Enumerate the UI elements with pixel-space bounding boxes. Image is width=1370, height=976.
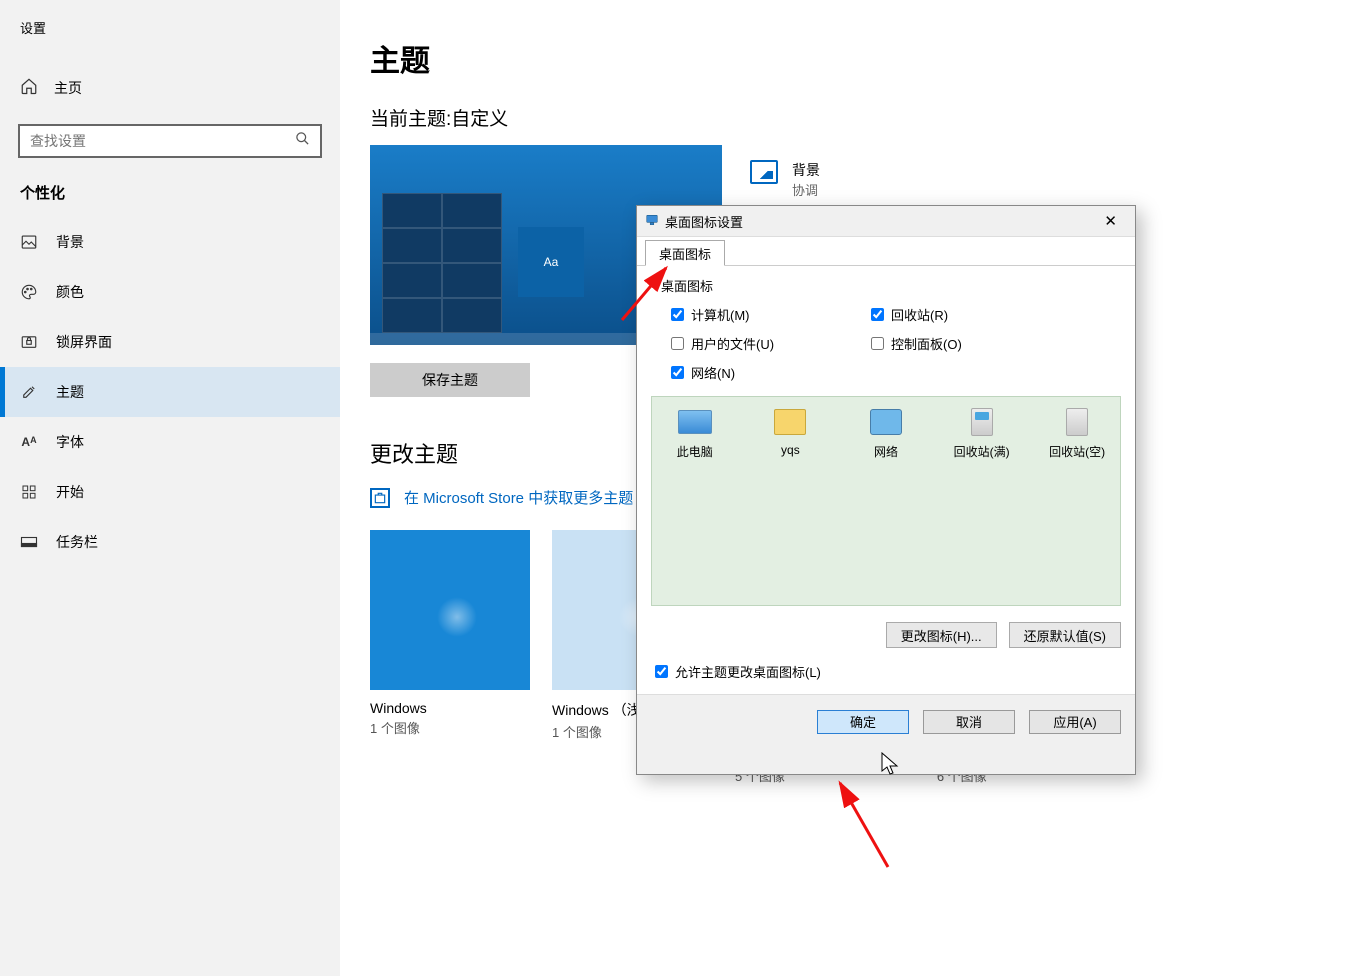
checkbox-recyclebin[interactable]: 回收站(R) bbox=[871, 305, 1071, 324]
home-icon bbox=[20, 77, 38, 98]
sample-window: Aa bbox=[518, 227, 584, 297]
theme-title: Windows bbox=[370, 700, 530, 716]
group-label: 桌面图标 bbox=[661, 276, 1121, 295]
sidebar-home[interactable]: 主页 bbox=[0, 63, 340, 112]
search-box[interactable] bbox=[18, 124, 322, 158]
apply-button[interactable]: 应用(A) bbox=[1029, 710, 1121, 734]
page-title: 主题 bbox=[370, 36, 1370, 80]
sidebar-item-label: 开始 bbox=[56, 482, 84, 502]
sidebar-item-label: 锁屏界面 bbox=[56, 332, 112, 352]
close-button[interactable]: ✕ bbox=[1096, 210, 1125, 232]
checkbox-computer[interactable]: 计算机(M) bbox=[671, 305, 871, 324]
sidebar-item-taskbar[interactable]: 任务栏 bbox=[0, 517, 340, 567]
checkbox-network[interactable]: 网络(N) bbox=[671, 363, 871, 382]
checkbox-controlpanel[interactable]: 控制面板(O) bbox=[871, 334, 1071, 353]
settings-sidebar: 设置 主页 个性化 背景 颜色 锁屏界面 主题 bbox=[0, 0, 340, 976]
store-icon bbox=[370, 488, 390, 508]
section-label: 个性化 bbox=[0, 176, 340, 217]
font-icon: AA bbox=[20, 435, 38, 449]
restore-defaults-button[interactable]: 还原默认值(S) bbox=[1009, 622, 1121, 648]
sidebar-item-label: 字体 bbox=[56, 432, 84, 452]
search-icon bbox=[295, 131, 310, 151]
bg-title: 背景 bbox=[792, 160, 820, 180]
save-theme-button[interactable]: 保存主题 bbox=[370, 363, 530, 397]
sidebar-item-label: 颜色 bbox=[56, 282, 84, 302]
icon-recycle-full[interactable]: 回收站(满) bbox=[953, 407, 1011, 460]
checkbox-allow-theme-change-icons[interactable]: 允许主题更改桌面图标(L) bbox=[655, 662, 1121, 681]
sidebar-item-start[interactable]: 开始 bbox=[0, 467, 340, 517]
sidebar-item-label: 背景 bbox=[56, 232, 84, 252]
store-link-label: 在 Microsoft Store 中获取更多主题 bbox=[404, 487, 633, 508]
icon-user-folder[interactable]: yqs bbox=[762, 407, 820, 457]
icon-this-pc[interactable]: 此电脑 bbox=[666, 407, 724, 460]
checkbox-userfiles[interactable]: 用户的文件(U) bbox=[671, 334, 871, 353]
monitor-icon bbox=[645, 213, 659, 230]
sidebar-item-background[interactable]: 背景 bbox=[0, 217, 340, 267]
sidebar-item-colors[interactable]: 颜色 bbox=[0, 267, 340, 317]
palette-icon bbox=[20, 283, 38, 301]
desktop-icon-settings-dialog: 桌面图标设置 ✕ 桌面图标 桌面图标 计算机(M) 回收站(R) 用户的文件(U… bbox=[636, 205, 1136, 775]
tab-desktop-icons[interactable]: 桌面图标 bbox=[645, 240, 725, 266]
theme-sub: 1 个图像 bbox=[370, 718, 530, 737]
icon-preview-panel[interactable]: 此电脑 yqs 网络 回收站(满) 回收站(空) bbox=[651, 396, 1121, 606]
dialog-title: 桌面图标设置 bbox=[665, 212, 743, 231]
dialog-titlebar[interactable]: 桌面图标设置 ✕ bbox=[637, 206, 1135, 236]
picture-icon bbox=[20, 233, 38, 251]
app-title: 设置 bbox=[0, 10, 340, 45]
lockscreen-icon bbox=[20, 333, 38, 351]
bg-sub: 协调 bbox=[792, 180, 820, 199]
dialog-tab-strip: 桌面图标 bbox=[637, 236, 1135, 266]
brush-icon bbox=[20, 383, 38, 401]
sidebar-item-lockscreen[interactable]: 锁屏界面 bbox=[0, 317, 340, 367]
icon-recycle-empty[interactable]: 回收站(空) bbox=[1048, 407, 1106, 460]
change-icon-button[interactable]: 更改图标(H)... bbox=[886, 622, 997, 648]
sidebar-item-themes[interactable]: 主题 bbox=[0, 367, 340, 417]
background-setting-link[interactable]: 背景 协调 bbox=[750, 160, 820, 199]
taskbar-icon bbox=[20, 535, 38, 549]
search-input[interactable] bbox=[30, 133, 295, 149]
sidebar-item-fonts[interactable]: AA 字体 bbox=[0, 417, 340, 467]
ok-button[interactable]: 确定 bbox=[817, 710, 909, 734]
sidebar-item-label: 任务栏 bbox=[56, 532, 98, 552]
grid-icon bbox=[20, 484, 38, 500]
picture-icon bbox=[750, 160, 778, 184]
theme-card[interactable]: Windows 1 个图像 bbox=[370, 530, 530, 741]
home-label: 主页 bbox=[54, 78, 82, 98]
current-theme-label: 当前主题:自定义 bbox=[370, 104, 1370, 131]
sidebar-item-label: 主题 bbox=[56, 382, 84, 402]
cancel-button[interactable]: 取消 bbox=[923, 710, 1015, 734]
icon-network[interactable]: 网络 bbox=[857, 407, 915, 460]
